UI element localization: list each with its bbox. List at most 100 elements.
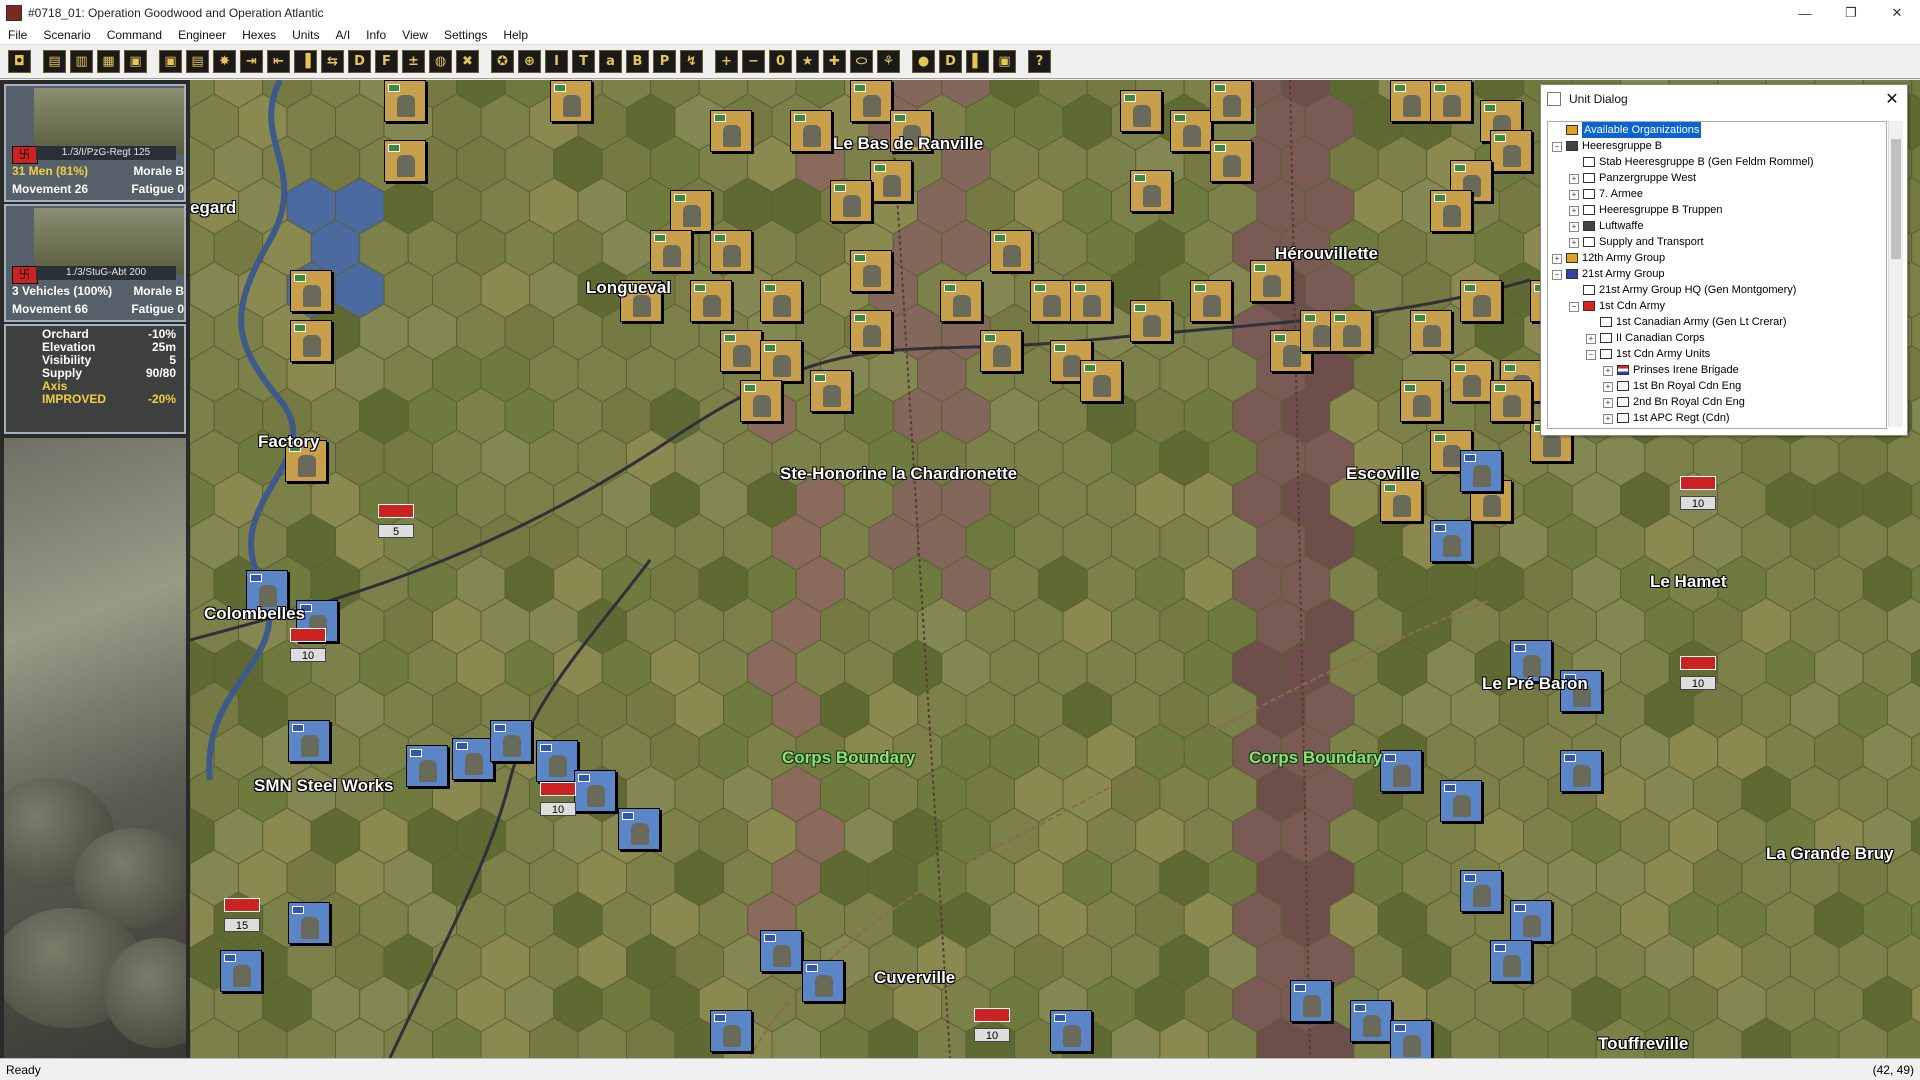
- german-unit-counter[interactable]: [290, 270, 332, 312]
- toolbar-button-11[interactable]: ⇆: [321, 50, 344, 73]
- toolbar-button-34[interactable]: ▌: [966, 50, 989, 73]
- stack-marker[interactable]: 10: [1680, 656, 1716, 696]
- toolbar-button-16[interactable]: ✖: [456, 50, 479, 73]
- toolbar-button-10[interactable]: ▐: [294, 50, 317, 73]
- allied-unit-counter[interactable]: [1460, 870, 1502, 912]
- german-unit-counter[interactable]: [1210, 80, 1252, 122]
- expand-icon[interactable]: +: [1569, 238, 1579, 248]
- german-unit-counter[interactable]: [980, 330, 1022, 372]
- menu-file[interactable]: File: [0, 28, 35, 42]
- tree-item[interactable]: Stab Heeresgruppe B (Gen Feldm Rommel): [1548, 154, 1886, 170]
- german-unit-counter[interactable]: [850, 310, 892, 352]
- stack-marker[interactable]: 5: [378, 504, 414, 544]
- german-unit-counter[interactable]: [550, 80, 592, 122]
- german-unit-counter[interactable]: [384, 140, 426, 182]
- unit-card-2[interactable]: 1./3/StuG-Abt 200 3 Vehicles (100%) Moral…: [4, 204, 186, 322]
- allied-unit-counter[interactable]: [802, 960, 844, 1002]
- allied-unit-counter[interactable]: [618, 808, 660, 850]
- allied-unit-counter[interactable]: [710, 1010, 752, 1052]
- german-unit-counter[interactable]: [1490, 130, 1532, 172]
- german-unit-counter[interactable]: [850, 80, 892, 122]
- german-unit-counter[interactable]: [850, 250, 892, 292]
- german-unit-counter[interactable]: [384, 80, 426, 122]
- allied-unit-counter[interactable]: [1460, 450, 1502, 492]
- toolbar-button-36[interactable]: ?: [1028, 50, 1051, 73]
- toolbar-button-21[interactable]: a: [599, 50, 622, 73]
- german-unit-counter[interactable]: [790, 110, 832, 152]
- toolbar-button-3[interactable]: ▦: [97, 50, 120, 73]
- toolbar-button-35[interactable]: ▣: [993, 50, 1016, 73]
- toolbar-button-25[interactable]: +: [715, 50, 738, 73]
- toolbar-button-4[interactable]: ▣: [124, 50, 147, 73]
- tree-item[interactable]: + Supply and Transport: [1548, 234, 1886, 250]
- german-unit-counter[interactable]: [1490, 380, 1532, 422]
- tree-item[interactable]: +1st APC Regt (Cdn): [1548, 410, 1886, 426]
- expand-icon[interactable]: +: [1552, 254, 1562, 264]
- allied-unit-counter[interactable]: [760, 930, 802, 972]
- toolbar-button-20[interactable]: T: [572, 50, 595, 73]
- tree-item[interactable]: 1st Canadian Army (Gen Lt Crerar): [1548, 314, 1886, 330]
- german-unit-counter[interactable]: [1330, 310, 1372, 352]
- tree-item[interactable]: + Heeresgruppe B Truppen: [1548, 202, 1886, 218]
- toolbar-button-15[interactable]: ◍: [429, 50, 452, 73]
- tree-item[interactable]: +1st Bn Royal Cdn Eng: [1548, 378, 1886, 394]
- german-unit-counter[interactable]: [940, 280, 982, 322]
- toolbar-button-27[interactable]: 0: [769, 50, 792, 73]
- german-unit-counter[interactable]: [670, 190, 712, 232]
- german-unit-counter[interactable]: [760, 340, 802, 382]
- menu-settings[interactable]: Settings: [436, 28, 495, 42]
- menu-info[interactable]: Info: [358, 28, 394, 42]
- stack-marker[interactable]: 10: [540, 782, 576, 822]
- toolbar-button-1[interactable]: ▤: [43, 50, 66, 73]
- toolbar-button-26[interactable]: −: [742, 50, 765, 73]
- german-unit-counter[interactable]: [1400, 380, 1442, 422]
- allied-unit-counter[interactable]: [1510, 900, 1552, 942]
- tree-item[interactable]: +2nd Bn Royal Cdn Eng: [1548, 394, 1886, 410]
- stack-marker[interactable]: 10: [1680, 476, 1716, 516]
- tree-scrollbar[interactable]: [1888, 121, 1903, 427]
- collapse-icon[interactable]: −: [1569, 302, 1579, 312]
- expand-icon[interactable]: +: [1569, 206, 1579, 216]
- allied-unit-counter[interactable]: [1490, 940, 1532, 982]
- allied-unit-counter[interactable]: [1050, 1010, 1092, 1052]
- allied-unit-counter[interactable]: [1290, 980, 1332, 1022]
- toolbar-button-14[interactable]: ±: [402, 50, 425, 73]
- german-unit-counter[interactable]: [740, 380, 782, 422]
- german-unit-counter[interactable]: [720, 330, 762, 372]
- german-unit-counter[interactable]: [1410, 310, 1452, 352]
- dialog-close-button[interactable]: ✕: [1877, 89, 1907, 109]
- german-unit-counter[interactable]: [1070, 280, 1112, 322]
- expand-icon[interactable]: +: [1586, 334, 1596, 344]
- tree-item[interactable]: Available Organizations: [1548, 122, 1886, 138]
- toolbar-button-7[interactable]: ✸: [213, 50, 236, 73]
- allied-unit-counter[interactable]: [490, 720, 532, 762]
- expand-icon[interactable]: +: [1603, 398, 1613, 408]
- unit-card-1[interactable]: 1./3/I/PzG-Regt 125 31 Men (81%) Morale B…: [4, 84, 186, 202]
- allied-unit-counter[interactable]: [1350, 1000, 1392, 1042]
- menu-units[interactable]: Units: [284, 28, 327, 42]
- stack-marker[interactable]: 10: [290, 628, 326, 668]
- collapse-icon[interactable]: −: [1552, 270, 1562, 280]
- organization-tree[interactable]: Available Organizations − Heeresgruppe B St…: [1547, 121, 1887, 429]
- menu-ai[interactable]: A/I: [327, 28, 358, 42]
- toolbar-button-0[interactable]: ◘: [8, 50, 31, 73]
- tree-item[interactable]: +12th Army Group: [1548, 250, 1886, 266]
- minimize-button[interactable]: —: [1782, 0, 1828, 26]
- german-unit-counter[interactable]: [1130, 300, 1172, 342]
- german-unit-counter[interactable]: [760, 280, 802, 322]
- menu-scenario[interactable]: Scenario: [35, 28, 98, 42]
- toolbar-button-5[interactable]: ▣: [159, 50, 182, 73]
- german-unit-counter[interactable]: [810, 370, 852, 412]
- tree-item[interactable]: 21st Army Group HQ (Gen Montgomery): [1548, 282, 1886, 298]
- menu-command[interactable]: Command: [99, 28, 170, 42]
- toolbar-button-17[interactable]: ✪: [491, 50, 514, 73]
- expand-icon[interactable]: +: [1569, 174, 1579, 184]
- toolbar-button-18[interactable]: ⊕: [518, 50, 541, 73]
- allied-unit-counter[interactable]: [406, 745, 448, 787]
- toolbar-button-12[interactable]: D: [348, 50, 371, 73]
- german-unit-counter[interactable]: [1120, 90, 1162, 132]
- toolbar-button-23[interactable]: P: [653, 50, 676, 73]
- close-button[interactable]: ✕: [1874, 0, 1920, 26]
- german-unit-counter[interactable]: [1380, 480, 1422, 522]
- toolbar-button-31[interactable]: ⚘: [877, 50, 900, 73]
